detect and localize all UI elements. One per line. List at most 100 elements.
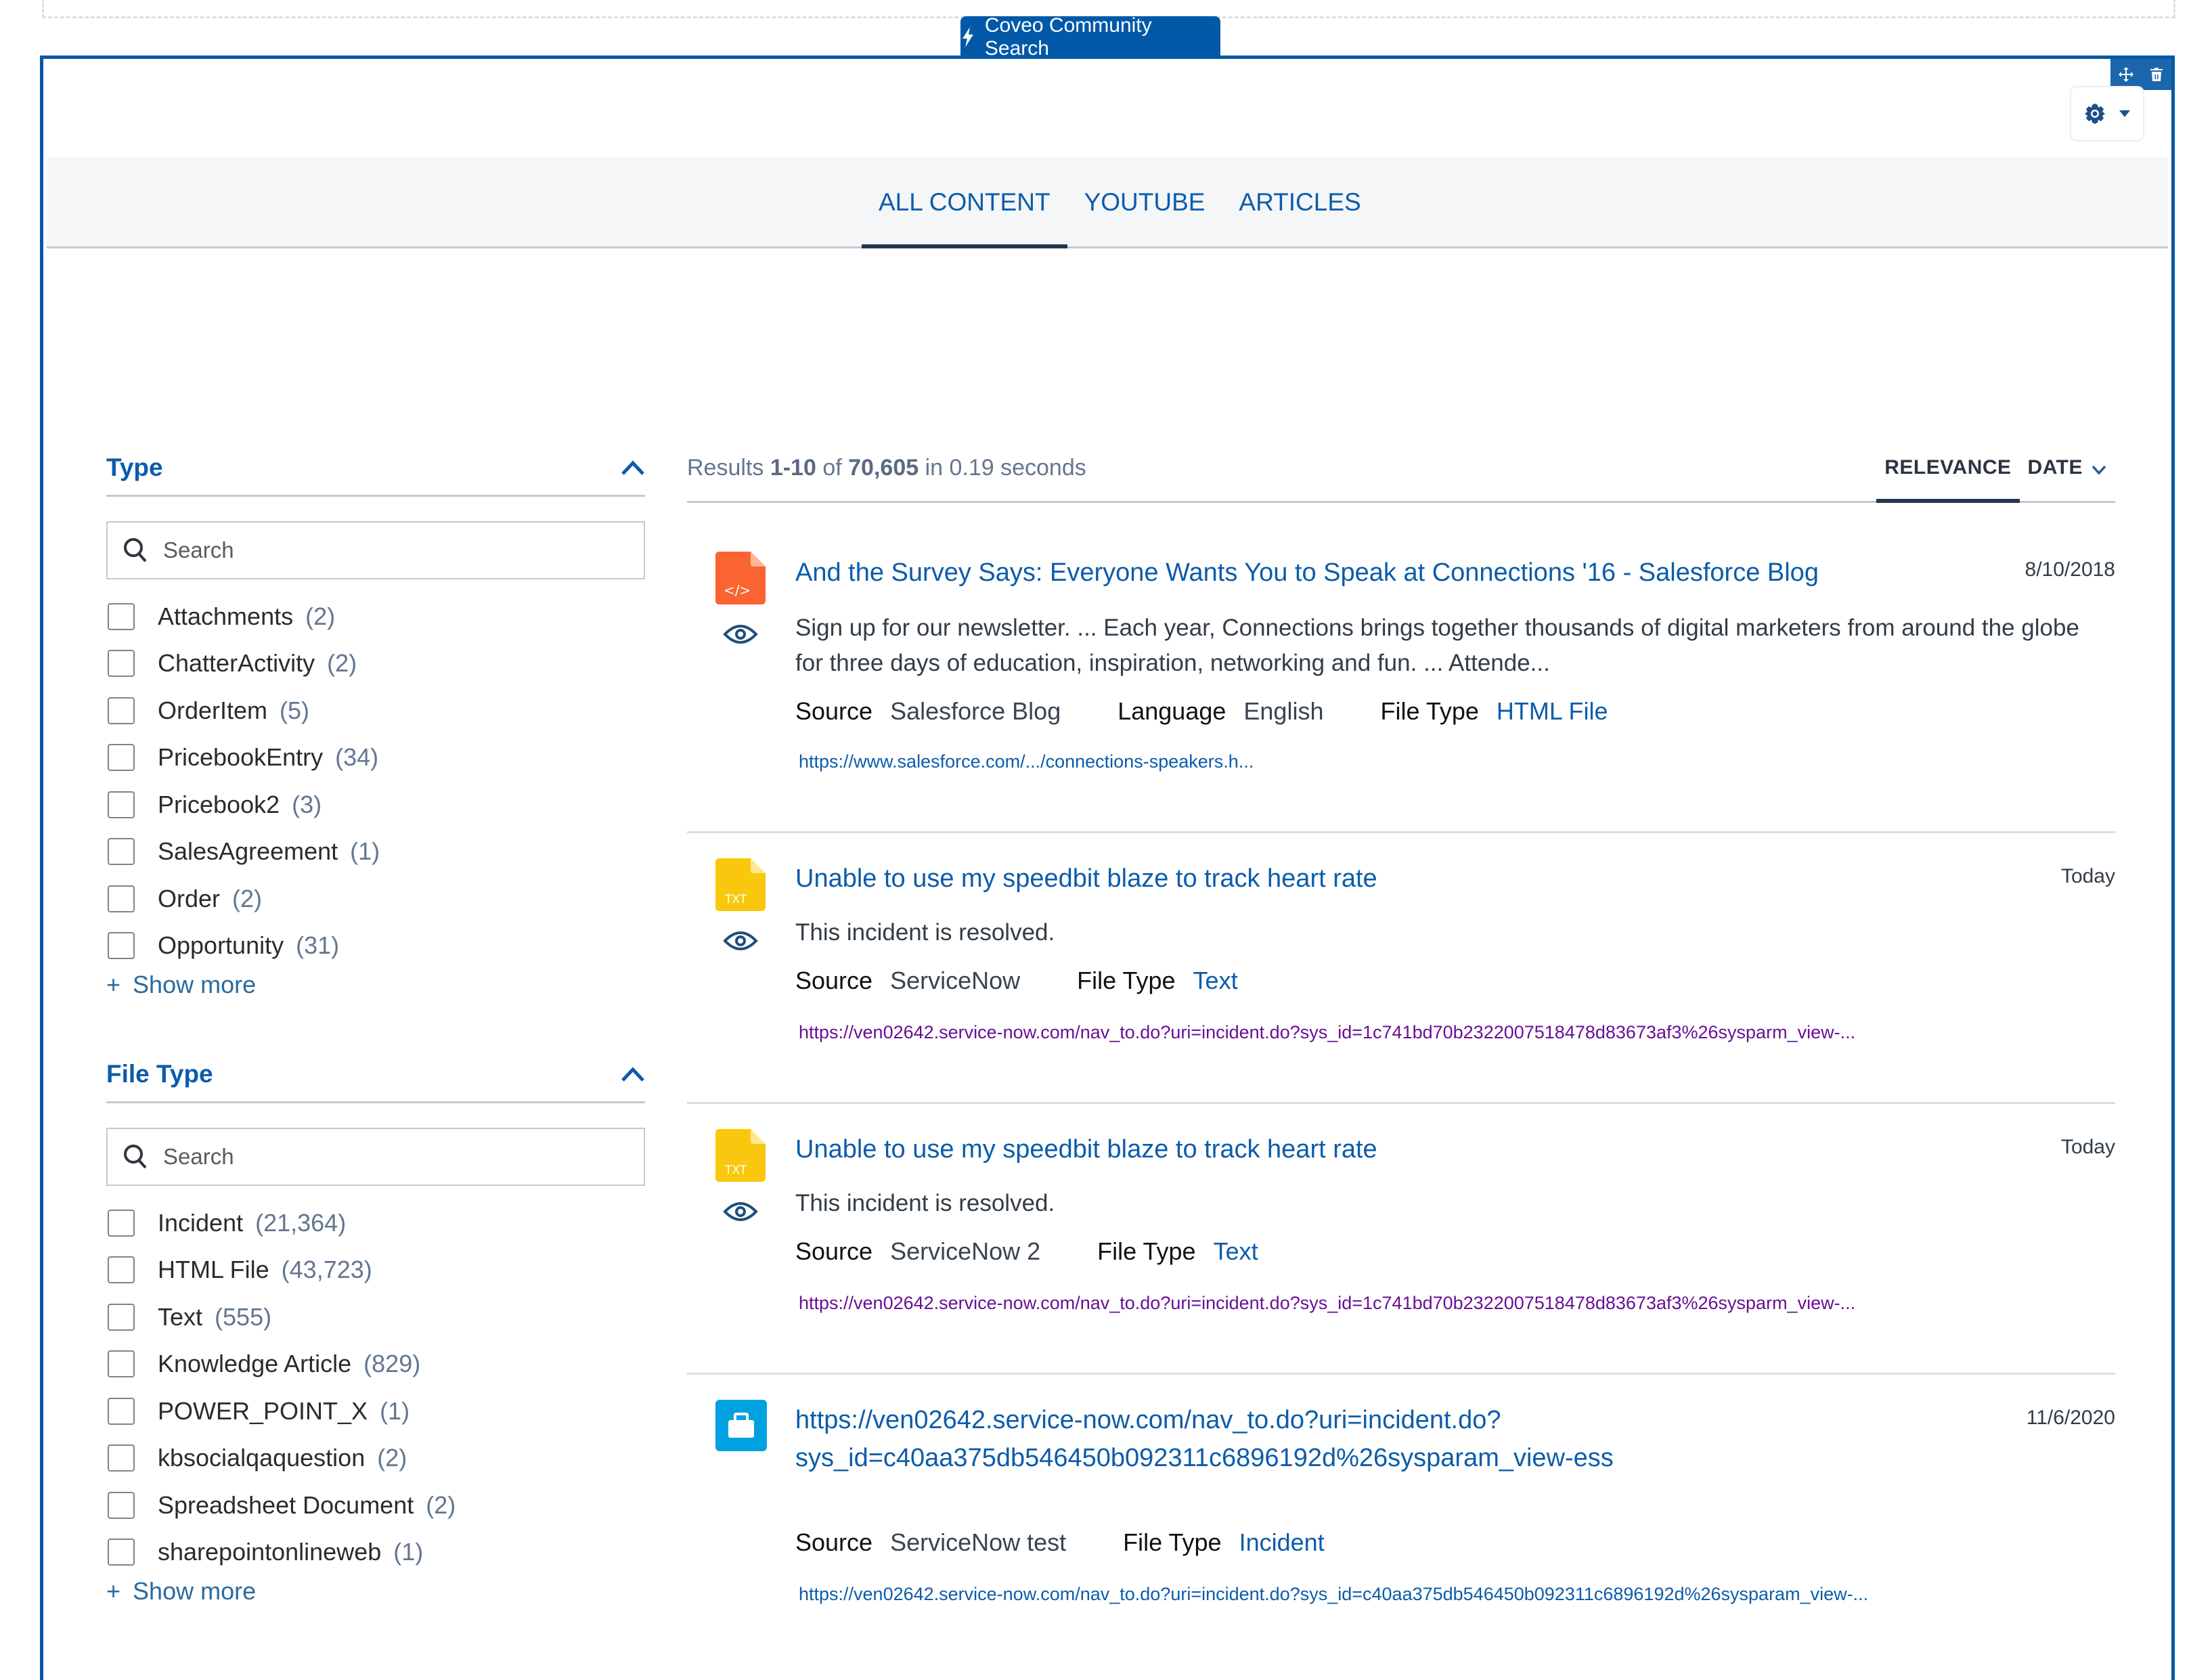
result-item: https://ven02642.service-now.com/nav_to.…	[687, 1373, 2115, 1643]
facet-value[interactable]: Order (2)	[106, 875, 645, 923]
facet-header[interactable]: Type	[106, 441, 645, 497]
tab-youtube[interactable]: YOUTUBE	[1067, 158, 1222, 246]
facet-value-label: PricebookEntry	[158, 743, 324, 772]
result-uri-link[interactable]: https://ven02642.service-now.com/nav_to.…	[799, 1022, 1855, 1043]
facet-checkbox[interactable]	[108, 602, 135, 630]
component-label: Coveo Community Search	[984, 14, 1152, 60]
facet-checkbox[interactable]	[108, 1303, 135, 1331]
facet-checkbox[interactable]	[108, 744, 135, 772]
field-value[interactable]: Text	[1214, 1237, 1258, 1266]
facet-checkbox[interactable]	[108, 932, 135, 960]
txt-file-icon: TXT	[715, 858, 766, 911]
result-uri-link[interactable]: https://ven02642.service-now.com/nav_to.…	[799, 1584, 1868, 1605]
facet-checkbox[interactable]	[108, 1444, 135, 1472]
field-label: Language	[1118, 697, 1226, 725]
facet-value-count: (1)	[393, 1538, 424, 1566]
result-fields: Source ServiceNow 2 File Type Text	[795, 1237, 1315, 1266]
result-date: Today	[2060, 865, 2115, 887]
facet-value-label: OrderItem	[158, 696, 268, 724]
facet-value-label: POWER_POINT_X	[158, 1396, 368, 1425]
facet-search-input[interactable]	[162, 537, 571, 564]
summary-prefix: Results	[687, 455, 770, 481]
show-more-button[interactable]: + Show more	[106, 1577, 645, 1606]
field-label: Source	[795, 1528, 873, 1556]
result-excerpt: This incident is resolved.	[795, 1190, 1055, 1216]
facet-value[interactable]: Opportunity (31)	[106, 923, 645, 970]
facet-header[interactable]: File Type	[106, 1047, 645, 1103]
tab-all-content[interactable]: ALL CONTENT	[862, 158, 1067, 248]
facet-checkbox[interactable]	[108, 885, 135, 912]
sort-date-label: DATE	[2027, 456, 2083, 479]
result-uri-link[interactable]: https://www.salesforce.com/.../connectio…	[799, 751, 1254, 772]
incident-briefcase-icon	[715, 1400, 767, 1451]
tab-articles[interactable]: ARTICLES	[1222, 158, 1377, 246]
facet-value[interactable]: Attachments (2)	[106, 593, 645, 640]
facet-search-box	[106, 1128, 645, 1186]
summary-duration: in 0.19 seconds	[919, 455, 1086, 481]
settings-menu-button[interactable]	[2070, 86, 2144, 141]
facet-value[interactable]: Text (555)	[106, 1294, 645, 1341]
field-value[interactable]: HTML File	[1497, 697, 1608, 726]
facet-value[interactable]: Incident (21,364)	[106, 1199, 645, 1247]
facet-value-label: Spreadsheet Document	[158, 1490, 414, 1519]
chevron-up-icon[interactable]	[621, 460, 645, 476]
facet-search-box	[106, 521, 645, 579]
facet-value[interactable]: kbsocialqaquestion (2)	[106, 1435, 645, 1482]
facet-value[interactable]: ChatterActivity (2)	[106, 640, 645, 688]
quickview-eye-icon[interactable]	[723, 927, 758, 954]
field-value: Salesforce Blog	[890, 697, 1061, 725]
summary-range: 1-10	[770, 455, 816, 481]
sort-date[interactable]: DATE	[2020, 452, 2115, 501]
plus-icon: +	[106, 1577, 121, 1605]
result-field: Source ServiceNow 2	[795, 1237, 1040, 1266]
facet-value-count: (2)	[426, 1490, 456, 1519]
facet-checkbox[interactable]	[108, 1397, 135, 1425]
facet-value[interactable]: OrderItem (5)	[106, 687, 645, 734]
result-title-link[interactable]: https://ven02642.service-now.com/nav_to.…	[795, 1401, 1614, 1477]
facet-value-label: Incident	[158, 1208, 244, 1237]
field-label: File Type	[1077, 967, 1176, 994]
facet-value[interactable]: Knowledge Article (829)	[106, 1341, 645, 1388]
facet-checkbox[interactable]	[108, 838, 135, 866]
result-date: Today	[2060, 1136, 2115, 1158]
facet-value[interactable]: PricebookEntry (34)	[106, 734, 645, 782]
facet-checkbox[interactable]	[108, 1491, 135, 1519]
show-more-label: Show more	[133, 971, 257, 998]
show-more-button[interactable]: + Show more	[106, 971, 645, 999]
facet-checkbox[interactable]	[108, 1209, 135, 1237]
facet-search-input[interactable]	[162, 1143, 571, 1170]
result-uri-link[interactable]: https://ven02642.service-now.com/nav_to.…	[799, 1293, 1855, 1314]
component-label-tab[interactable]: Coveo Community Search	[960, 14, 1220, 60]
delete-trash-icon[interactable]	[2148, 66, 2165, 83]
facet-value[interactable]: Spreadsheet Document (2)	[106, 1482, 645, 1529]
result-fields: Source Salesforce Blog Language English File…	[795, 697, 1665, 726]
facet-value-count: (43,723)	[281, 1256, 372, 1284]
chevron-up-icon[interactable]	[621, 1066, 645, 1082]
facet-value[interactable]: SalesAgreement (1)	[106, 828, 645, 876]
field-value[interactable]: Incident	[1239, 1528, 1325, 1557]
facet-checkbox[interactable]	[108, 697, 135, 724]
quickview-eye-icon[interactable]	[723, 1198, 758, 1225]
facet-value[interactable]: HTML File (43,723)	[106, 1247, 645, 1294]
facet-value[interactable]: POWER_POINT_X (1)	[106, 1388, 645, 1435]
facet-value[interactable]: sharepointonlineweb (1)	[106, 1529, 645, 1576]
facet-checkbox[interactable]	[108, 791, 135, 818]
result-field: File Type Text	[1077, 967, 1237, 995]
sort-relevance[interactable]: RELEVANCE	[1876, 452, 2020, 503]
result-title-link[interactable]: Unable to use my speedbit blaze to track…	[795, 1130, 1377, 1168]
quickview-eye-icon[interactable]	[723, 621, 758, 648]
field-value[interactable]: Text	[1193, 967, 1238, 995]
result-field: Source ServiceNow test	[795, 1528, 1066, 1557]
facet-value[interactable]: Pricebook2 (3)	[106, 781, 645, 828]
facet-checkbox[interactable]	[108, 1539, 135, 1566]
move-icon[interactable]	[2118, 66, 2134, 83]
svg-text:</>: </>	[724, 582, 751, 598]
facet-value-count: (3)	[292, 790, 322, 818]
result-fields: Source ServiceNow test File Type Incident	[795, 1528, 1381, 1557]
facet-checkbox[interactable]	[108, 650, 135, 678]
facet-type: Type Attachments(2)ChatterActivity(2)Ord…	[106, 441, 645, 999]
facet-checkbox[interactable]	[108, 1256, 135, 1284]
result-title-link[interactable]: Unable to use my speedbit blaze to track…	[795, 860, 1377, 898]
facet-checkbox[interactable]	[108, 1350, 135, 1378]
result-title-link[interactable]: And the Survey Says: Everyone Wants You …	[795, 554, 1819, 592]
